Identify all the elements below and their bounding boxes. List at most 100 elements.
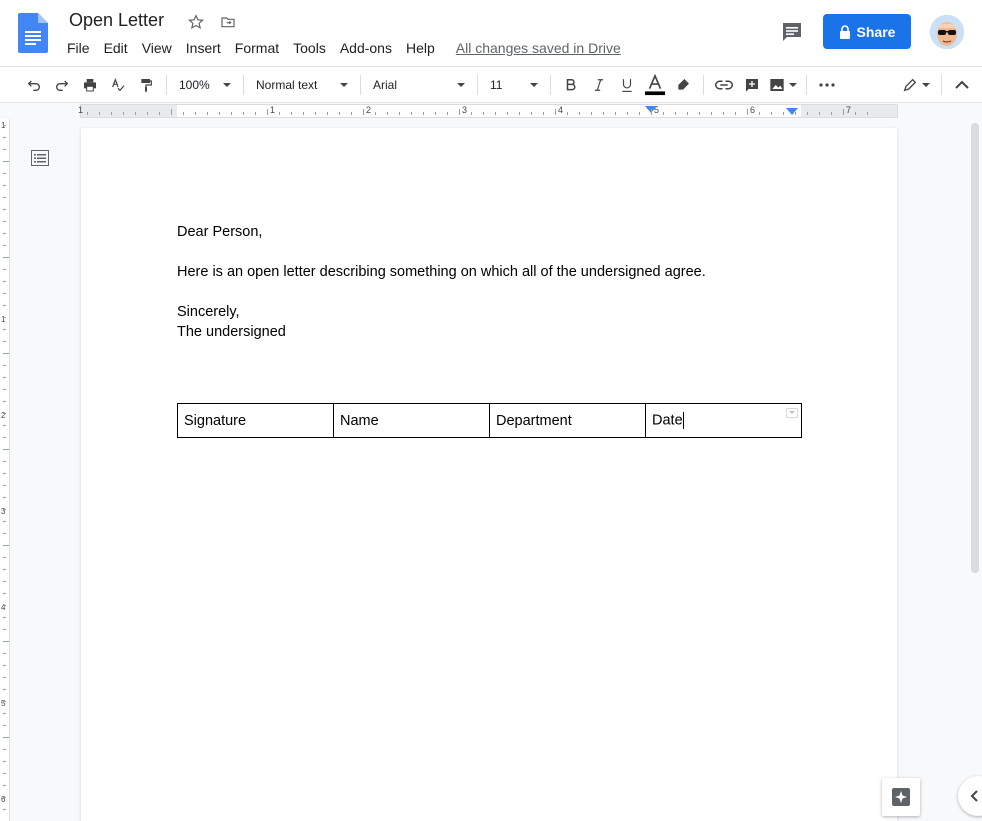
- table-cell-department[interactable]: Department: [489, 403, 646, 438]
- ruler-tick: [219, 112, 220, 115]
- ruler-tick: [615, 112, 616, 115]
- ruler-tick: [3, 257, 9, 258]
- account-avatar[interactable]: [930, 15, 964, 49]
- ruler-tick: [267, 109, 268, 115]
- ruler-tick: [339, 112, 340, 115]
- menu-tools[interactable]: Tools: [286, 38, 333, 58]
- ruler-tick: [3, 557, 6, 558]
- greeting-text[interactable]: Dear Person,: [177, 224, 262, 240]
- ruler-tick: [471, 112, 472, 115]
- document-outline-icon[interactable]: [31, 150, 49, 166]
- ruler-tick: [3, 449, 9, 450]
- ruler-tick: [303, 112, 304, 115]
- ruler-tick: [555, 109, 556, 115]
- explore-button[interactable]: [882, 778, 920, 816]
- ruler-tick: [3, 197, 6, 198]
- chevron-left-icon: [970, 790, 978, 802]
- ruler-tick: [435, 112, 436, 115]
- menu-edit[interactable]: Edit: [97, 38, 135, 58]
- ruler-tick: [759, 112, 760, 115]
- ruler-tick: [483, 112, 484, 115]
- ruler-tick: [735, 112, 736, 115]
- horizontal-ruler[interactable]: 1 1 2 3 4 5 6 7: [0, 103, 982, 119]
- right-indent-marker-icon[interactable]: [786, 108, 798, 116]
- side-panel-toggle[interactable]: [958, 776, 982, 816]
- ruler-tick: [3, 317, 6, 318]
- table-cell-name[interactable]: Name: [333, 403, 490, 438]
- table-cell-signature[interactable]: Signature: [177, 403, 334, 438]
- comment-icon[interactable]: [780, 20, 804, 44]
- zoom-select[interactable]: 100%: [173, 71, 237, 99]
- text-color-icon[interactable]: [641, 71, 669, 99]
- scrollbar-thumb[interactable]: [971, 123, 979, 573]
- underline-icon[interactable]: [613, 71, 641, 99]
- ruler-tick: [663, 112, 664, 115]
- ruler-tick: [447, 112, 448, 115]
- table-header-text: Department: [496, 412, 572, 429]
- save-status-link[interactable]: All changes saved in Drive: [456, 40, 621, 56]
- font-size-select[interactable]: 11: [484, 71, 544, 99]
- italic-icon[interactable]: [585, 71, 613, 99]
- ruler-tick: [699, 112, 700, 115]
- redo-icon[interactable]: [48, 71, 76, 99]
- ruler-tick: [351, 112, 352, 115]
- more-options-icon[interactable]: [813, 71, 841, 99]
- ruler-tick: [675, 112, 676, 115]
- toolbar-divider: [806, 74, 807, 95]
- menu-file[interactable]: File: [60, 38, 97, 58]
- ruler-tick: [3, 137, 6, 138]
- ruler-tick: [3, 545, 9, 546]
- ruler-tick: [3, 293, 6, 294]
- print-icon[interactable]: [76, 71, 104, 99]
- vertical-scrollbar[interactable]: [968, 119, 982, 821]
- table-cell-date[interactable]: Date: [645, 403, 802, 438]
- ruler-tick: [795, 112, 796, 115]
- ruler-tick: [3, 281, 6, 282]
- ruler-tick: [3, 365, 6, 366]
- menu-format[interactable]: Format: [228, 38, 286, 58]
- document-page[interactable]: Dear Person, Here is an open letter desc…: [81, 128, 897, 821]
- add-comment-icon[interactable]: [738, 71, 766, 99]
- body-paragraph[interactable]: Here is an open letter describing someth…: [177, 264, 706, 280]
- ruler-tick: [3, 593, 6, 594]
- highlight-icon[interactable]: [669, 71, 697, 99]
- docs-logo-icon[interactable]: [18, 13, 48, 53]
- signoff-text[interactable]: The undersigned: [177, 324, 286, 340]
- closing-text[interactable]: Sincerely,: [177, 304, 240, 320]
- ruler-tick: [3, 497, 6, 498]
- paragraph-style-select[interactable]: Normal text: [250, 71, 354, 99]
- cell-options-dropdown[interactable]: [786, 408, 798, 418]
- ruler-tick: [279, 112, 280, 115]
- menu-help[interactable]: Help: [399, 38, 442, 58]
- vertical-ruler[interactable]: 1 1 2 3 4 5 6: [0, 119, 10, 821]
- ruler-tick: [831, 112, 832, 115]
- ruler-tick: [87, 112, 88, 115]
- ruler-tick: [807, 112, 808, 115]
- menu-insert[interactable]: Insert: [179, 38, 228, 58]
- ruler-tick: [3, 581, 6, 582]
- star-icon[interactable]: [186, 12, 206, 32]
- spellcheck-icon[interactable]: [104, 71, 132, 99]
- paint-format-icon[interactable]: [132, 71, 160, 99]
- bold-icon[interactable]: [557, 71, 585, 99]
- signature-table[interactable]: Signature Name Department Date: [177, 403, 802, 438]
- ruler-tick: [3, 173, 6, 174]
- ruler-number: 1: [78, 105, 84, 115]
- ruler-tick: [3, 485, 6, 486]
- document-title[interactable]: Open Letter: [69, 10, 164, 31]
- insert-link-icon[interactable]: [710, 71, 738, 99]
- ruler-tick: [423, 112, 424, 115]
- ruler-tick: [3, 305, 6, 306]
- font-select[interactable]: Arial: [367, 71, 471, 99]
- ruler-tick: [3, 221, 6, 222]
- editing-mode-icon[interactable]: [897, 71, 935, 99]
- move-to-folder-icon[interactable]: [218, 12, 238, 32]
- share-button[interactable]: Share: [823, 14, 911, 49]
- ruler-tick: [531, 112, 532, 115]
- undo-icon[interactable]: [20, 71, 48, 99]
- menu-addons[interactable]: Add-ons: [333, 38, 399, 58]
- menu-view[interactable]: View: [135, 38, 179, 58]
- insert-image-icon[interactable]: [766, 71, 800, 99]
- collapse-menus-icon[interactable]: [948, 71, 976, 99]
- ruler-number: 4: [558, 105, 564, 115]
